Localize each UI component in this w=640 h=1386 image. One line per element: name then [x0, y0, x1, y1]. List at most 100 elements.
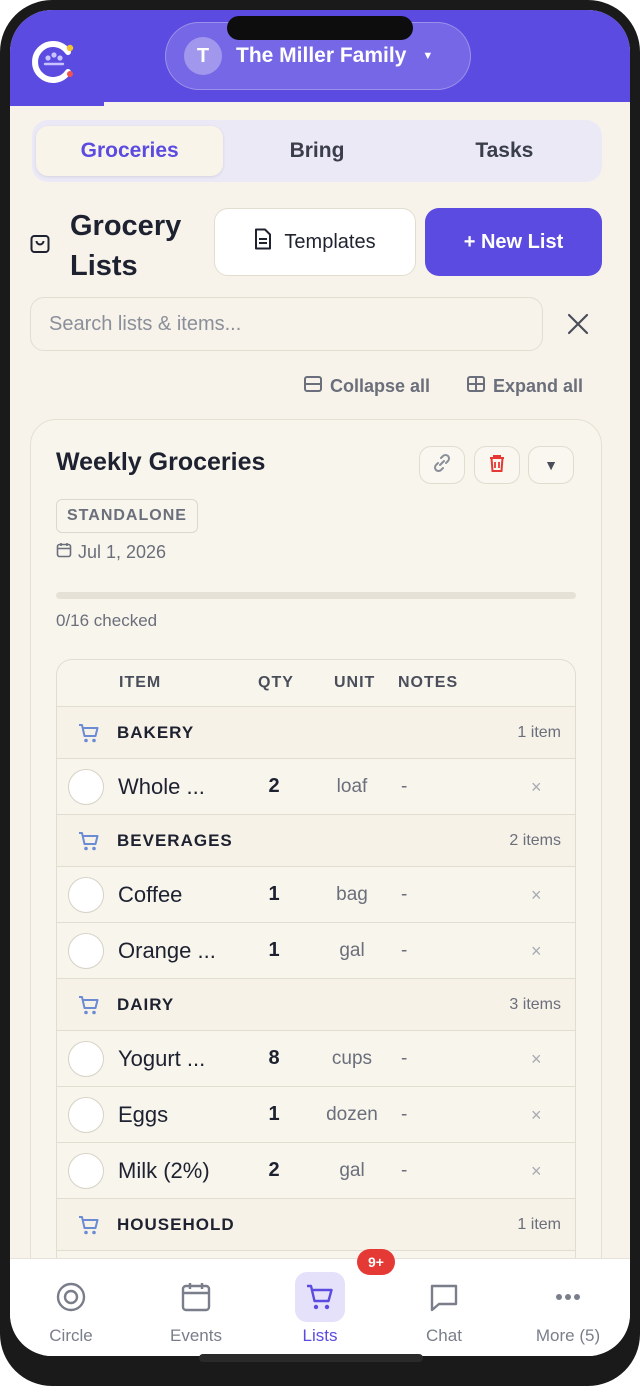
new-list-button[interactable]: + New List — [425, 208, 602, 276]
nav-events[interactable]: Events — [146, 1272, 246, 1346]
close-icon[interactable] — [566, 312, 590, 336]
column-qty: QTY — [258, 674, 294, 691]
item-qty[interactable]: 8 — [257, 1047, 291, 1070]
category-count: 2 items — [509, 832, 561, 849]
item-notes[interactable]: - — [401, 776, 407, 798]
column-item: ITEM — [119, 674, 162, 691]
notification-badge: 9+ — [357, 1249, 395, 1275]
item-checkbox[interactable] — [68, 1153, 104, 1189]
item-checkbox[interactable] — [68, 769, 104, 805]
category-count: 1 item — [517, 1216, 561, 1233]
category-name: BEVERAGES — [117, 831, 233, 850]
item-name[interactable]: Coffee — [118, 882, 182, 908]
item-notes[interactable]: - — [401, 884, 407, 906]
item-name[interactable]: Orange ... — [118, 938, 216, 964]
item-checkbox[interactable] — [68, 877, 104, 913]
item-unit[interactable]: bag — [312, 884, 392, 906]
more-icon — [543, 1272, 593, 1322]
item-notes[interactable]: - — [401, 1048, 407, 1070]
trash-icon — [488, 453, 506, 478]
column-unit: UNIT — [334, 674, 376, 691]
app-screen: T The Miller Family ▼ Groceries Bring Ta… — [10, 10, 630, 1356]
home-indicator[interactable] — [199, 1354, 423, 1362]
item-name[interactable]: Yogurt ... — [118, 1046, 205, 1072]
item-name[interactable]: Milk (2%) — [118, 1158, 210, 1184]
column-notes: NOTES — [398, 674, 459, 691]
document-icon — [254, 228, 272, 256]
list-item: Whole ... 2 loaf - × — [57, 759, 575, 815]
category-row-bakery[interactable]: BAKERY 1 item — [57, 707, 575, 759]
item-checkbox[interactable] — [68, 933, 104, 969]
nav-label: More (5) — [535, 1326, 601, 1345]
item-name[interactable]: Whole ... — [118, 774, 205, 800]
category-count: 3 items — [509, 996, 561, 1013]
search-box — [30, 297, 543, 351]
list-item: Coffee 1 bag - × — [57, 867, 575, 923]
delete-list-button[interactable] — [474, 446, 520, 484]
category-name: DAIRY — [117, 995, 175, 1014]
caret-down-icon: ▼ — [544, 457, 558, 473]
chevron-down-icon: ▼ — [422, 50, 434, 62]
remove-item-icon[interactable]: × — [531, 885, 542, 906]
item-qty[interactable]: 1 — [257, 883, 291, 906]
table-header: ITEM QTY UNIT NOTES — [57, 660, 575, 707]
remove-item-icon[interactable]: × — [531, 1161, 542, 1182]
item-unit[interactable]: gal — [312, 1160, 392, 1182]
item-name[interactable]: Eggs — [118, 1102, 168, 1128]
category-count: 1 item — [517, 724, 561, 741]
list-title: Weekly Groceries — [56, 448, 266, 476]
item-qty[interactable]: 2 — [257, 775, 291, 798]
chat-icon — [419, 1272, 469, 1322]
item-qty[interactable]: 2 — [257, 1159, 291, 1182]
list-date-text: Jul 1, 2026 — [78, 542, 167, 562]
nav-chat[interactable]: Chat — [394, 1272, 494, 1346]
tab-bring[interactable]: Bring — [223, 126, 410, 176]
app-logo-icon[interactable] — [30, 38, 78, 86]
nav-label: Lists — [302, 1326, 338, 1345]
calendar-icon — [56, 542, 72, 563]
item-qty[interactable]: 1 — [257, 1103, 291, 1126]
item-unit[interactable]: loaf — [312, 776, 392, 798]
remove-item-icon[interactable]: × — [531, 1105, 542, 1126]
nav-label: Events — [170, 1326, 222, 1345]
templates-button[interactable]: Templates — [214, 208, 416, 276]
expand-all-button[interactable]: Expand all — [467, 374, 583, 398]
item-qty[interactable]: 1 — [257, 939, 291, 962]
collapse-all-button[interactable]: Collapse all — [304, 374, 430, 398]
list-type-tabs: Groceries Bring Tasks — [32, 120, 602, 182]
nav-circle[interactable]: Circle — [21, 1272, 121, 1346]
tab-tasks[interactable]: Tasks — [411, 126, 598, 176]
remove-item-icon[interactable]: × — [531, 941, 542, 962]
item-notes[interactable]: - — [401, 1160, 407, 1182]
list-type-badge: STANDALONE — [56, 499, 198, 533]
item-notes[interactable]: - — [401, 940, 407, 962]
templates-label: Templates — [284, 230, 376, 253]
category-row-household[interactable]: HOUSEHOLD 1 item — [57, 1199, 575, 1251]
share-link-button[interactable] — [419, 446, 465, 484]
item-checkbox[interactable] — [68, 1041, 104, 1077]
item-unit[interactable]: gal — [312, 940, 392, 962]
list-date: Jul 1, 2026 — [56, 542, 166, 563]
item-checkbox[interactable] — [68, 1097, 104, 1133]
camera-notch — [227, 16, 413, 40]
items-table: ITEM QTY UNIT NOTES BAKERY 1 item Whole … — [56, 659, 576, 1279]
tab-groceries[interactable]: Groceries — [36, 126, 224, 176]
category-row-dairy[interactable]: DAIRY 3 items — [57, 979, 575, 1031]
link-icon — [432, 453, 452, 478]
item-unit[interactable]: cups — [312, 1048, 392, 1070]
search-input[interactable] — [49, 312, 524, 336]
remove-item-icon[interactable]: × — [531, 1049, 542, 1070]
remove-item-icon[interactable]: × — [531, 777, 542, 798]
nav-lists[interactable]: Lists — [270, 1272, 370, 1346]
nav-label: Chat — [426, 1326, 462, 1345]
expand-all-label: Expand all — [493, 375, 584, 396]
item-notes[interactable]: - — [401, 1104, 407, 1126]
toggle-list-button[interactable]: ▼ — [528, 446, 574, 484]
nav-more[interactable]: More (5) — [518, 1272, 618, 1346]
item-unit[interactable]: dozen — [312, 1104, 392, 1126]
header-accent — [10, 102, 104, 106]
shopping-bag-icon — [30, 232, 50, 254]
category-row-beverages[interactable]: BEVERAGES 2 items — [57, 815, 575, 867]
cart-icon — [295, 1272, 345, 1322]
nav-label: Circle — [49, 1326, 93, 1345]
